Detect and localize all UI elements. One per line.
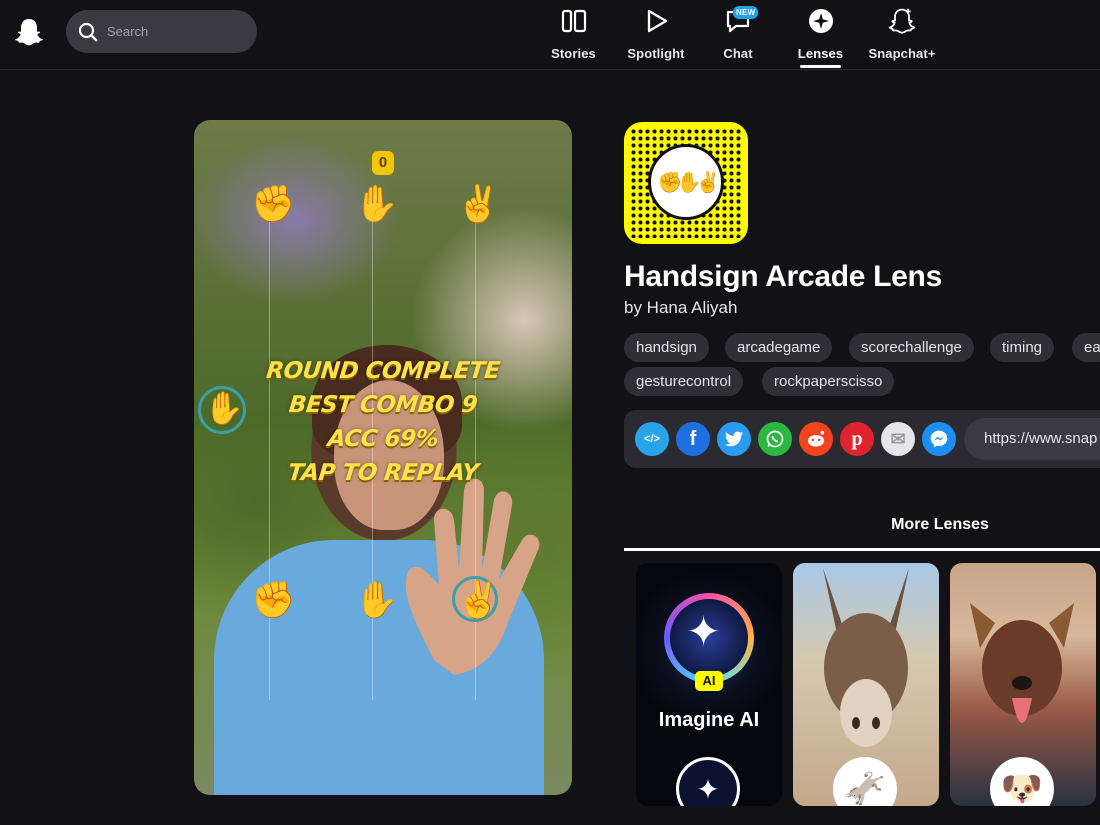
tag-chip[interactable]: rockpaperscisso (762, 367, 895, 396)
more-lenses-label: More Lenses (891, 516, 989, 533)
snapcode[interactable]: ✊✋✌️ (624, 122, 748, 244)
overlay-line-3: ACC 69% (326, 426, 440, 452)
embed-icon[interactable]: </> (635, 422, 669, 456)
share-url-field[interactable]: https://www.snap (964, 418, 1100, 460)
lens-card-dog[interactable]: 🐶 (950, 563, 1096, 806)
rock-sign-hit-zone: ✊ (251, 579, 296, 620)
lens-avatar: 🐶 (990, 757, 1054, 806)
more-lenses-heading: More Lenses (624, 516, 1100, 534)
active-tab-indicator (800, 65, 841, 68)
lens-icon-emoji: ✊✋✌️ (657, 171, 721, 194)
tag-chip[interactable]: scorechallenge (849, 333, 974, 362)
open-hand-shape (405, 478, 540, 675)
snapchat-ghost-logo[interactable] (14, 16, 44, 48)
nav-label: Chat (723, 46, 753, 61)
paper-sign-hit-zone: ✋ (354, 579, 399, 620)
ai-pill: AI (695, 671, 723, 691)
lens-author[interactable]: by Hana Aliyah (624, 298, 737, 318)
whatsapp-icon[interactable] (758, 422, 792, 456)
tag-chip[interactable]: gesturecontrol (624, 367, 744, 396)
lens-avatar: ✦ (676, 757, 740, 806)
scissors-sign-hit-zone: ✌️ (456, 579, 501, 620)
tag-chip[interactable]: timing (990, 333, 1055, 362)
score-counter: 0 (372, 151, 394, 175)
facebook-icon[interactable]: f (676, 422, 710, 456)
search-icon (78, 22, 98, 41)
rock-sign-target: ✊ (251, 183, 296, 224)
lens-card-name: Imagine AI (658, 709, 760, 731)
lens-card-imagine-ai[interactable]: ✦ AI Imagine AI ✦ (636, 563, 782, 806)
new-badge: NEW (733, 6, 759, 19)
dog-face-illustration (970, 603, 1074, 723)
tag-chip[interactable]: ea (1072, 333, 1100, 362)
stories-icon (559, 6, 589, 36)
nav-snapchat-plus[interactable]: Snapchat+ (868, 6, 936, 68)
ghost-plus-icon (887, 6, 917, 36)
tag-chip[interactable]: arcadegame (725, 333, 833, 362)
twitter-icon[interactable] (717, 422, 751, 456)
search-input[interactable] (107, 24, 247, 39)
nav-label: Snapchat+ (868, 46, 936, 61)
email-icon[interactable]: ✉ (881, 422, 915, 456)
messenger-icon[interactable] (922, 422, 956, 456)
lens-preview-video[interactable]: 0 ✊ ✋ ✌️ ✋ ROUND COMPLETE BEST COMBO 9 A… (194, 120, 572, 795)
top-nav-bar: Stories Spotlight Chat NEW Lenses Snapch… (0, 0, 1100, 70)
lens-avatar: 🫏 (833, 757, 897, 806)
sparkle-icon: ✦ (686, 608, 722, 655)
nav-stories[interactable]: Stories (551, 6, 596, 68)
scissors-sign-target: ✌️ (456, 183, 501, 224)
tag-list: handsign arcadegame scorechallenge timin… (624, 333, 1100, 403)
lens-title: Handsign Arcade Lens (624, 260, 942, 293)
play-icon (641, 6, 671, 36)
more-lenses-underline (624, 548, 1100, 551)
overlay-line-1: ROUND COMPLETE (265, 358, 501, 384)
nav-label: Lenses (797, 46, 844, 61)
lens-card-donkey[interactable]: 🫏 (793, 563, 939, 806)
pinterest-icon[interactable]: p (840, 422, 874, 456)
lens-sparkle-icon (806, 6, 836, 36)
nav-label: Stories (551, 46, 596, 61)
sparkle-icon: ✦ (696, 773, 720, 805)
tag-chip[interactable]: handsign (624, 333, 709, 362)
reddit-icon[interactable] (799, 422, 833, 456)
donkey-face-illustration (823, 568, 909, 747)
overlay-line-4: TAP TO REPLAY (286, 460, 480, 486)
nav-label: Spotlight (627, 46, 685, 61)
nav-spotlight[interactable]: Spotlight (627, 6, 685, 68)
paper-sign-target: ✋ (354, 183, 399, 224)
overlay-line-2: BEST COMBO 9 (287, 392, 479, 418)
nav-lenses[interactable]: Lenses (797, 6, 844, 68)
lens-icon: ✊✋✌️ (648, 144, 724, 220)
search-bar[interactable] (66, 10, 257, 53)
